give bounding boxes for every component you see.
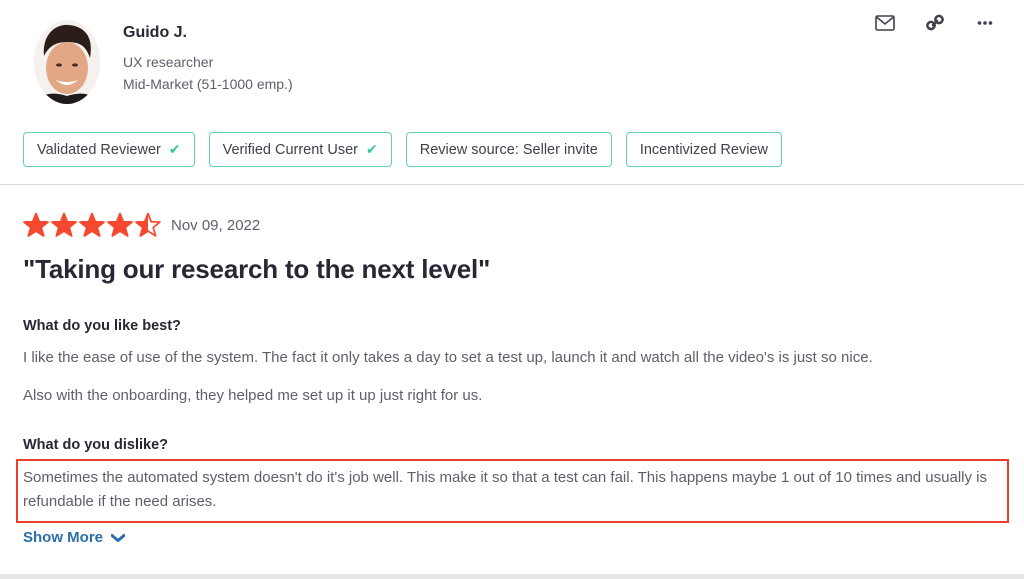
like-paragraph-1: I like the ease of use of the system. Th… (23, 349, 873, 366)
star-full-icon (23, 212, 49, 237)
mail-icon (875, 15, 895, 31)
badge-incentivized-review[interactable]: Incentivized Review (625, 132, 782, 167)
badge-review-source[interactable]: Review source: Seller invite (405, 132, 612, 167)
reviewer-avatar (34, 20, 100, 104)
reviewer-header: Guido J. UX researcher Mid-Market (51-10… (0, 0, 1024, 184)
link-icon (926, 14, 944, 31)
copy-link-button[interactable] (924, 12, 946, 34)
reviewer-segment: Mid-Market (51-1000 emp.) (123, 76, 293, 92)
dislike-question: What do you dislike? (23, 437, 169, 453)
badge-label: Incentivized Review (639, 141, 768, 158)
star-half-icon (135, 212, 161, 237)
header-divider (0, 184, 1024, 185)
avatar-photo-icon (34, 20, 100, 104)
reviewer-badges: Validated Reviewer ✔ Verified Current Us… (23, 132, 782, 167)
chevron-down-icon (111, 533, 126, 542)
check-icon: ✔ (168, 141, 181, 157)
star-full-icon (79, 212, 105, 237)
badge-verified-current-user[interactable]: Verified Current User ✔ (208, 132, 392, 167)
reviewer-name: Guido J. (123, 24, 187, 41)
check-icon: ✔ (365, 141, 378, 157)
review-title: "Taking our research to the next level" (23, 254, 491, 284)
rating-row: Nov 09, 2022 (23, 212, 260, 238)
badge-validated-reviewer[interactable]: Validated Reviewer ✔ (23, 132, 195, 167)
more-options-button[interactable] (974, 12, 996, 34)
show-more-button[interactable]: Show More (23, 529, 126, 546)
review-actions (874, 12, 996, 34)
like-question: What do you like best? (23, 318, 181, 334)
badge-label: Validated Reviewer (37, 141, 161, 158)
like-paragraph-2: Also with the onboarding, they helped me… (23, 387, 483, 404)
show-more-label: Show More (23, 529, 104, 546)
star-full-icon (51, 212, 77, 237)
dislike-text: Sometimes the automated system doesn't d… (23, 469, 987, 510)
star-full-icon (107, 212, 133, 237)
badge-label: Verified Current User (222, 141, 358, 158)
email-button[interactable] (874, 12, 896, 34)
review-date: Nov 09, 2022 (171, 216, 261, 234)
star-rating (23, 212, 161, 238)
badge-label: Review source: Seller invite (419, 141, 598, 158)
bottom-divider (0, 574, 1024, 579)
more-icon (977, 21, 993, 25)
reviewer-role: UX researcher (123, 54, 214, 70)
